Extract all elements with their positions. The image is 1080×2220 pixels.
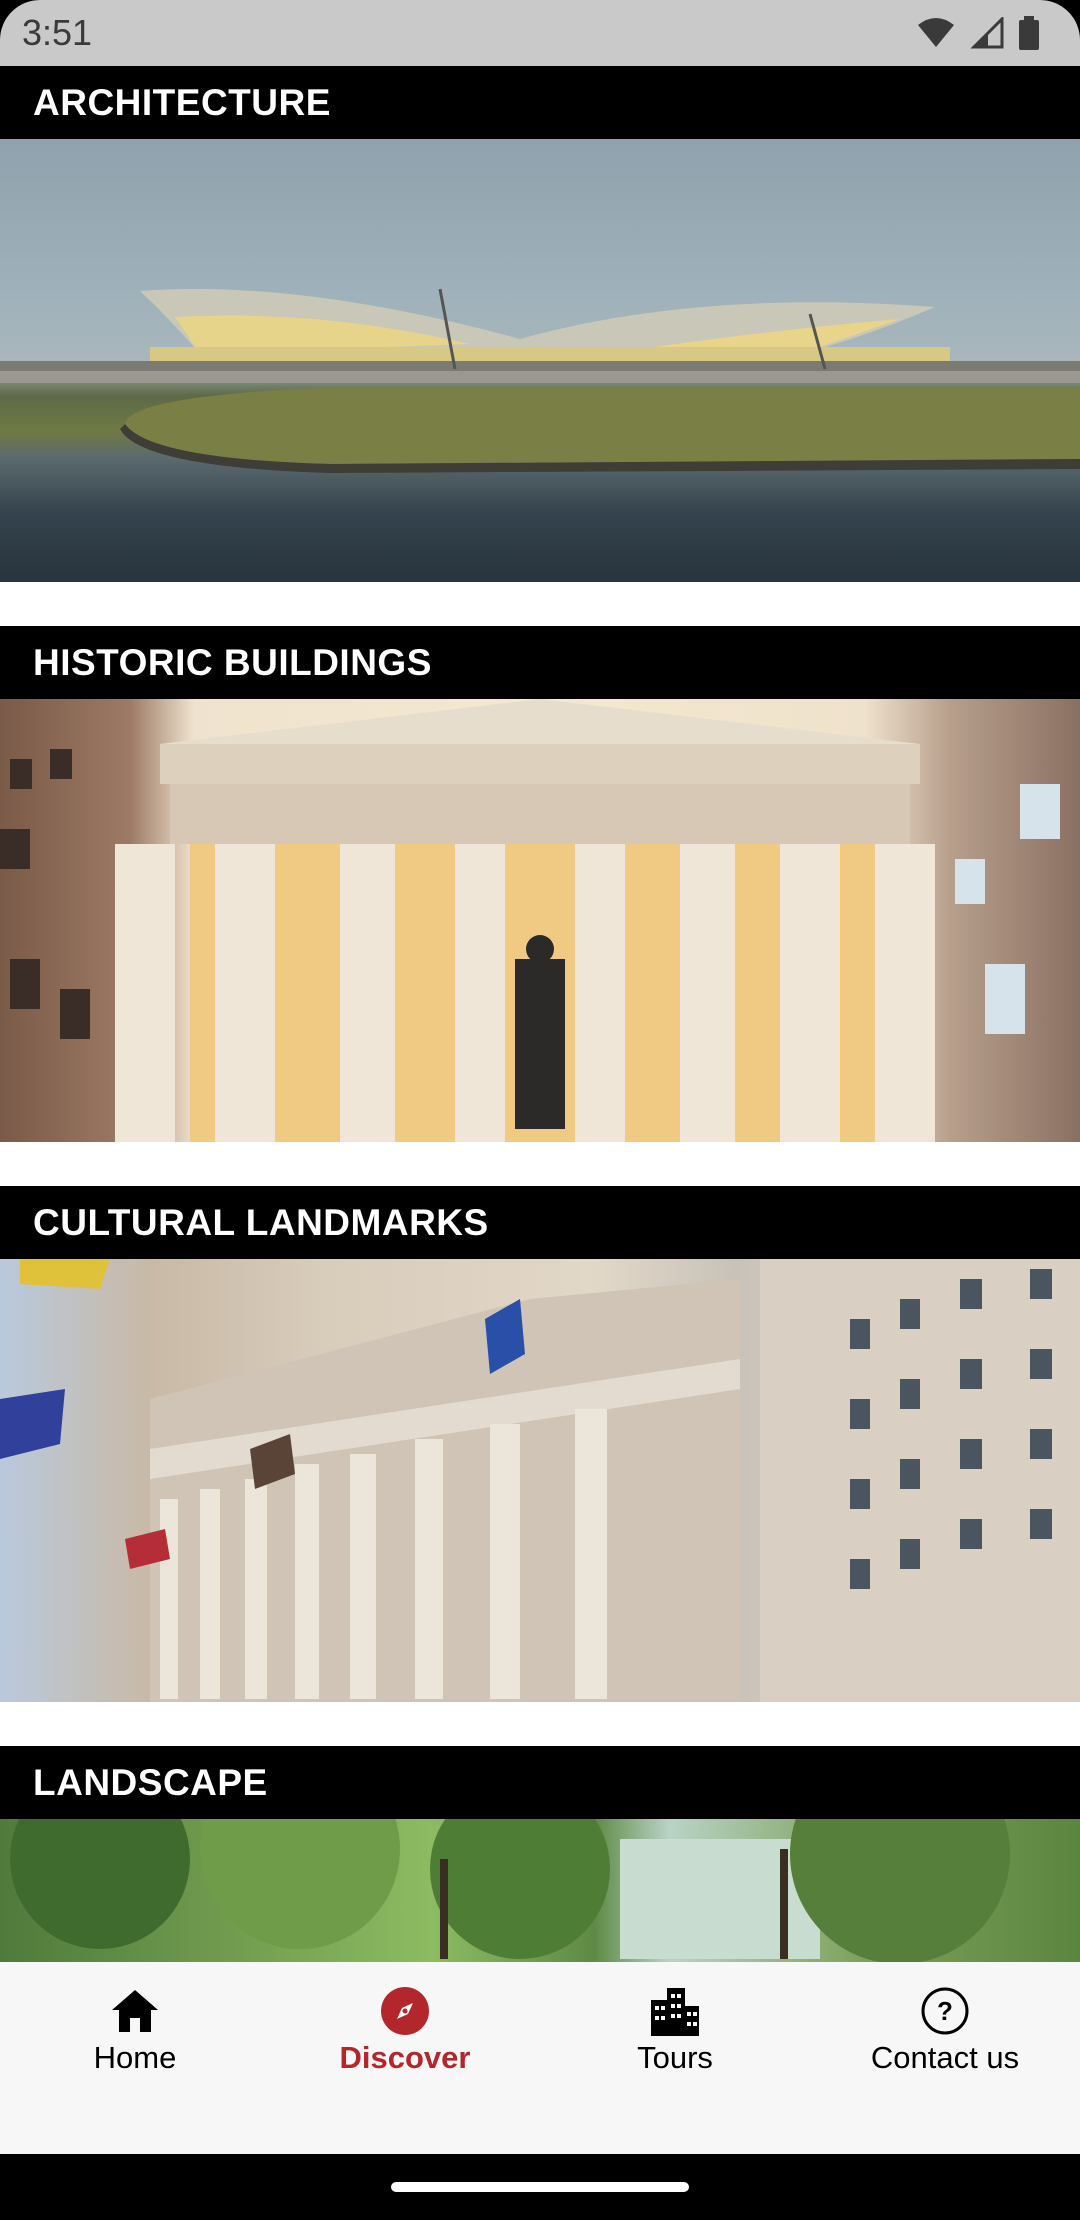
nav-label: Home bbox=[93, 2040, 177, 2075]
category-architecture[interactable]: ARCHITECTURE bbox=[0, 66, 1080, 582]
nav-label: Tours bbox=[637, 2040, 713, 2075]
historic-illustration bbox=[0, 699, 1060, 1142]
landscape-photo[interactable] bbox=[0, 1819, 1080, 1962]
category-title: ARCHITECTURE bbox=[0, 66, 1080, 139]
category-title: CULTURAL LANDMARKS bbox=[0, 1186, 1080, 1259]
nav-item-contact[interactable]: ? Contact us bbox=[810, 1984, 1080, 2154]
signal-icon bbox=[970, 17, 1004, 49]
bottom-navigation: Home Discover Tours ? Contact us bbox=[0, 1962, 1080, 2154]
compass-icon bbox=[378, 1984, 432, 2038]
category-landscape[interactable]: LANDSCAPE bbox=[0, 1746, 1080, 1962]
status-bar: 3:51 bbox=[0, 0, 1080, 66]
category-title: LANDSCAPE bbox=[0, 1746, 1080, 1819]
wifi-icon bbox=[918, 18, 954, 47]
home-icon bbox=[108, 1984, 162, 2038]
category-historic-buildings[interactable]: HISTORIC BUILDINGS bbox=[0, 626, 1080, 1142]
category-cultural-landmarks[interactable]: CULTURAL LANDMARKS bbox=[0, 1186, 1080, 1702]
battery-icon bbox=[1019, 16, 1039, 50]
status-time: 3:51 bbox=[22, 12, 93, 53]
architecture-photo[interactable] bbox=[0, 139, 1080, 582]
svg-text:?: ? bbox=[937, 1996, 953, 2026]
landscape-illustration bbox=[10, 1819, 1010, 1962]
category-title: HISTORIC BUILDINGS bbox=[0, 626, 1080, 699]
system-gesture-bar bbox=[0, 2154, 1080, 2220]
help-circle-icon: ? bbox=[918, 1984, 972, 2038]
nav-label: Contact us bbox=[870, 2040, 1020, 2075]
nav-label: Discover bbox=[339, 2040, 471, 2075]
nav-item-tours[interactable]: Tours bbox=[540, 1984, 810, 2154]
historic-buildings-photo[interactable] bbox=[0, 699, 1080, 1142]
category-feed[interactable]: ARCHITECTURE HISTORIC BUILDINGS CULTURAL… bbox=[0, 66, 1080, 1962]
architecture-illustration bbox=[0, 288, 1080, 473]
cultural-illustration bbox=[0, 1259, 1080, 1702]
nav-item-discover[interactable]: Discover bbox=[270, 1984, 540, 2154]
nav-item-home[interactable]: Home bbox=[0, 1984, 270, 2154]
cultural-landmarks-photo[interactable] bbox=[0, 1259, 1080, 1702]
home-gesture-handle[interactable] bbox=[391, 2182, 689, 2192]
status-icons bbox=[916, 16, 1040, 50]
buildings-icon bbox=[648, 1984, 702, 2038]
